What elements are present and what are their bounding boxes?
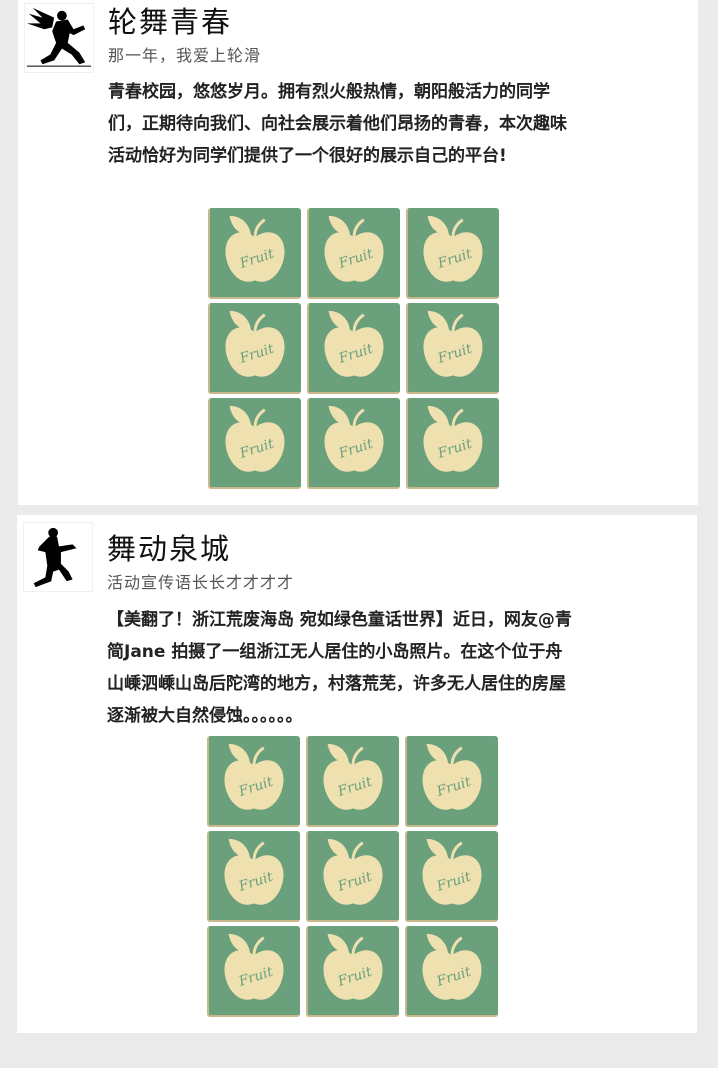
fruit-thumbnail[interactable]: Fruit: [307, 398, 400, 489]
fruit-thumbnail[interactable]: Fruit: [207, 926, 300, 1017]
fruit-thumbnail[interactable]: Fruit: [306, 831, 399, 922]
fruit-thumbnail[interactable]: Fruit: [307, 208, 400, 299]
post-subtitle: 活动宣传语长长才才才才: [107, 573, 295, 592]
post-card: 舞动泉城 活动宣传语长长才才才才 【美翻了！浙江荒废海岛 宛如绿色童话世界】近日…: [17, 515, 697, 1033]
post-title[interactable]: 舞动泉城: [107, 526, 231, 568]
apple-icon: Fruit: [324, 215, 384, 282]
post-content: 青春校园，悠悠岁月。拥有烈火般热情，朝阳般活力的同学们，正期待向我们、向社会展示…: [108, 82, 567, 166]
image-grid: Fruit Fruit Fruit Fruit Fruit Fruit Fruit Fruit…: [208, 208, 503, 489]
winged-skater-icon: [26, 7, 92, 67]
fruit-thumbnail[interactable]: Fruit: [208, 208, 301, 299]
apple-icon: Fruit: [422, 743, 482, 810]
apple-icon: Fruit: [324, 405, 384, 472]
fruit-thumbnail[interactable]: Fruit: [207, 736, 300, 827]
fruit-thumbnail[interactable]: Fruit: [207, 831, 300, 922]
dancer-icon: [33, 527, 77, 588]
fruit-thumbnail[interactable]: Fruit: [406, 303, 499, 394]
apple-icon: Fruit: [422, 933, 482, 1000]
apple-icon: Fruit: [225, 405, 285, 472]
fruit-thumbnail[interactable]: Fruit: [306, 926, 399, 1017]
apple-icon: Fruit: [224, 743, 284, 810]
fruit-thumbnail[interactable]: Fruit: [306, 736, 399, 827]
fruit-thumbnail[interactable]: Fruit: [405, 926, 498, 1017]
apple-icon: Fruit: [224, 933, 284, 1000]
fruit-thumbnail[interactable]: Fruit: [307, 303, 400, 394]
apple-icon: Fruit: [324, 310, 384, 377]
post-title[interactable]: 轮舞青春: [108, 0, 232, 41]
fruit-thumbnail[interactable]: Fruit: [406, 398, 499, 489]
post-content: 【美翻了！浙江荒废海岛 宛如绿色童话世界】近日，网友@青简Jane 拍摄了一组浙…: [107, 610, 572, 726]
apple-icon: Fruit: [323, 838, 383, 905]
fruit-thumbnail[interactable]: Fruit: [208, 303, 301, 394]
apple-icon: Fruit: [423, 310, 483, 377]
fruit-thumbnail[interactable]: Fruit: [405, 831, 498, 922]
apple-icon: Fruit: [323, 933, 383, 1000]
fruit-thumbnail[interactable]: Fruit: [406, 208, 499, 299]
apple-icon: Fruit: [323, 743, 383, 810]
fruit-thumbnail[interactable]: Fruit: [208, 398, 301, 489]
apple-icon: Fruit: [423, 405, 483, 472]
apple-icon: Fruit: [224, 838, 284, 905]
apple-icon: Fruit: [225, 215, 285, 282]
avatar[interactable]: [24, 3, 94, 73]
apple-icon: Fruit: [225, 310, 285, 377]
apple-icon: Fruit: [423, 215, 483, 282]
post-subtitle: 那一年，我爱上轮滑: [108, 46, 262, 65]
post-card: 轮舞青春 那一年，我爱上轮滑 青春校园，悠悠岁月。拥有烈火般热情，朝阳般活力的同…: [18, 0, 698, 505]
image-grid: Fruit Fruit Fruit Fruit Fruit Fruit Fruit Fruit…: [207, 736, 502, 1017]
avatar[interactable]: [23, 522, 93, 592]
fruit-thumbnail[interactable]: Fruit: [405, 736, 498, 827]
apple-icon: Fruit: [422, 838, 482, 905]
